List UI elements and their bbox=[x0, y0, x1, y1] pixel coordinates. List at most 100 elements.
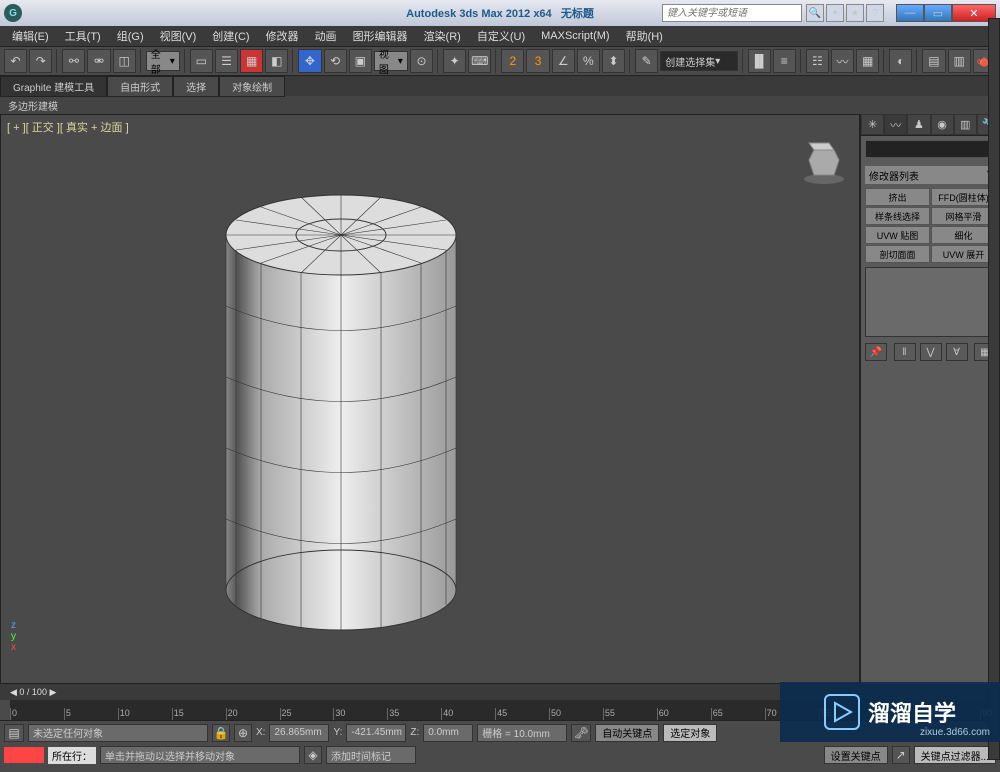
select-region-icon[interactable]: ▦ bbox=[240, 49, 263, 73]
x-label: X: bbox=[256, 727, 265, 738]
lock-selection-icon[interactable]: 🔒 bbox=[212, 724, 230, 742]
app-icon[interactable]: G bbox=[4, 4, 22, 22]
viewcube[interactable] bbox=[799, 135, 849, 185]
y-coord-input[interactable]: -421.45mm bbox=[346, 724, 406, 742]
menu-views[interactable]: 视图(V) bbox=[154, 28, 203, 44]
make-unique-icon[interactable]: ⋁ bbox=[920, 343, 942, 361]
menu-create[interactable]: 创建(C) bbox=[206, 28, 255, 44]
favorite-icon[interactable]: ★ bbox=[846, 4, 864, 22]
key-filters-icon[interactable]: ↗ bbox=[892, 746, 910, 764]
modifier-stack[interactable] bbox=[865, 267, 996, 337]
curve-editor-icon[interactable]: 〰 bbox=[831, 49, 854, 73]
schematic-view-icon[interactable]: ▦ bbox=[856, 49, 879, 73]
cylinder-object[interactable] bbox=[211, 175, 511, 655]
manipulate-icon[interactable]: ✦ bbox=[443, 49, 466, 73]
remove-modifier-icon[interactable]: ∀ bbox=[946, 343, 968, 361]
snap-2d-icon[interactable]: 2 bbox=[501, 49, 524, 73]
x-coord-input[interactable]: 26.865mm bbox=[269, 724, 329, 742]
create-tab-icon[interactable]: ✳ bbox=[861, 114, 884, 135]
ribbon-tab-freeform[interactable]: 自由形式 bbox=[107, 76, 173, 97]
move-icon[interactable]: ✥ bbox=[298, 49, 321, 73]
undo-icon[interactable]: ↶ bbox=[4, 49, 27, 73]
motion-tab-icon[interactable]: ◉ bbox=[931, 114, 954, 135]
menu-group[interactable]: 组(G) bbox=[111, 28, 150, 44]
spinner-snap-icon[interactable]: ⬍ bbox=[602, 49, 625, 73]
transform-type-icon[interactable]: ⊕ bbox=[234, 724, 252, 742]
z-coord-input[interactable]: 0.0mm bbox=[423, 724, 473, 742]
menu-graph-editors[interactable]: 图形编辑器 bbox=[347, 28, 414, 44]
menu-modifiers[interactable]: 修改器 bbox=[260, 28, 305, 44]
maximize-button[interactable]: ▭ bbox=[924, 4, 952, 22]
angle-snap-icon[interactable]: ∠ bbox=[552, 49, 575, 73]
mod-spline-button[interactable]: 样条线选择 bbox=[865, 207, 930, 225]
autokey-button[interactable]: 自动关键点 bbox=[595, 724, 659, 742]
percent-snap-icon[interactable]: % bbox=[577, 49, 600, 73]
isolate-icon[interactable]: ◈ bbox=[304, 746, 322, 764]
edit-named-sel-icon[interactable]: ✎ bbox=[635, 49, 658, 73]
redo-icon[interactable]: ↷ bbox=[29, 49, 52, 73]
object-name-input[interactable] bbox=[865, 140, 996, 158]
modifier-list-dropdown[interactable]: 修改器列表▾ bbox=[865, 166, 996, 184]
keyboard-shortcut-icon[interactable]: ⌨ bbox=[468, 49, 491, 73]
key-mode-icon[interactable]: 🗝 bbox=[571, 724, 591, 742]
align-icon[interactable]: ≡ bbox=[773, 49, 796, 73]
select-icon[interactable]: ▭ bbox=[190, 49, 213, 73]
menu-maxscript[interactable]: MAXScript(M) bbox=[535, 30, 615, 42]
setkey-button[interactable]: 设置关键点 bbox=[824, 746, 888, 764]
link-icon[interactable]: ⚯ bbox=[62, 49, 85, 73]
menu-animation[interactable]: 动画 bbox=[309, 28, 343, 44]
snap-3d-icon[interactable]: 3 bbox=[526, 49, 549, 73]
menu-bar: 编辑(E) 工具(T) 组(G) 视图(V) 创建(C) 修改器 动画 图形编辑… bbox=[0, 26, 1000, 46]
add-time-tag[interactable]: 添加时间标记 bbox=[326, 746, 416, 764]
selection-filter-dropdown[interactable]: 全部 ▾ bbox=[146, 51, 180, 71]
comm-center-icon[interactable]: ✦ bbox=[826, 4, 844, 22]
mirror-icon[interactable]: ▐▌ bbox=[748, 49, 771, 73]
mod-unwrap-button[interactable]: UVW 展开 bbox=[931, 245, 996, 263]
mod-ffd-button[interactable]: FFD(圆柱体) bbox=[931, 188, 996, 206]
minimize-button[interactable]: — bbox=[896, 4, 924, 22]
ribbon-tab-graphite[interactable]: Graphite 建模工具 bbox=[0, 76, 107, 97]
menu-edit[interactable]: 编辑(E) bbox=[6, 28, 55, 44]
menu-rendering[interactable]: 渲染(R) bbox=[418, 28, 467, 44]
render-frame-icon[interactable]: ▥ bbox=[948, 49, 971, 73]
mod-meshsmooth-button[interactable]: 网格平滑 bbox=[931, 207, 996, 225]
ribbon-tab-selection[interactable]: 选择 bbox=[173, 76, 219, 97]
pivot-icon[interactable]: ⊙ bbox=[410, 49, 433, 73]
ribbon-tab-paint[interactable]: 对象绘制 bbox=[219, 76, 285, 97]
mod-slice-button[interactable]: 剖切面面 bbox=[865, 245, 930, 263]
rotate-icon[interactable]: ⟲ bbox=[324, 49, 347, 73]
ref-coord-dropdown[interactable]: 视图 ▾ bbox=[374, 51, 408, 71]
mod-extrude-button[interactable]: 挤出 bbox=[865, 188, 930, 206]
scale-icon[interactable]: ▣ bbox=[349, 49, 372, 73]
select-name-icon[interactable]: ☰ bbox=[215, 49, 238, 73]
search-icon[interactable]: 🔍 bbox=[806, 4, 824, 22]
prompt-line: 单击并拖动以选择并移动对象 bbox=[100, 746, 300, 764]
modify-tab-icon[interactable]: 〰 bbox=[884, 114, 907, 135]
layer-manager-icon[interactable]: ☷ bbox=[806, 49, 829, 73]
menu-help[interactable]: 帮助(H) bbox=[620, 28, 669, 44]
unlink-icon[interactable]: ⚮ bbox=[87, 49, 110, 73]
hierarchy-tab-icon[interactable]: ♟ bbox=[907, 114, 930, 135]
mod-uvwmap-button[interactable]: UVW 贴图 bbox=[865, 226, 930, 244]
panel-scrollbar[interactable] bbox=[988, 18, 1000, 760]
title-bar: G Autodesk 3ds Max 2012 x64 无标题 🔍 ✦ ★ ? … bbox=[0, 0, 1000, 26]
window-crossing-icon[interactable]: ◧ bbox=[265, 49, 288, 73]
key-filters-button[interactable]: 关键点过滤器... bbox=[914, 746, 996, 764]
mod-tessellate-button[interactable]: 细化 bbox=[931, 226, 996, 244]
named-selection-dropdown[interactable]: 创建选择集 ▾ bbox=[660, 51, 737, 71]
render-setup-icon[interactable]: ▤ bbox=[922, 49, 945, 73]
maxscript-listener-icon[interactable]: ▤ bbox=[4, 724, 24, 742]
display-tab-icon[interactable]: ▥ bbox=[954, 114, 977, 135]
viewport-label[interactable]: [ + ][ 正交 ][ 真实 + 边面 ] bbox=[7, 119, 129, 135]
material-editor-icon[interactable]: ◐ bbox=[889, 49, 912, 73]
viewport[interactable]: [ + ][ 正交 ][ 真实 + 边面 ] bbox=[0, 114, 860, 684]
selected-obj-button[interactable]: 选定对象 bbox=[663, 724, 717, 742]
pin-stack-icon[interactable]: 📌 bbox=[865, 343, 887, 361]
menu-customize[interactable]: 自定义(U) bbox=[471, 28, 531, 44]
ribbon-panel[interactable]: 多边形建模 bbox=[0, 96, 1000, 114]
bind-icon[interactable]: ◫ bbox=[113, 49, 136, 73]
help-search-input[interactable] bbox=[662, 4, 802, 22]
show-end-result-icon[interactable]: ǁ bbox=[894, 343, 916, 361]
menu-tools[interactable]: 工具(T) bbox=[59, 28, 107, 44]
help-icon[interactable]: ? bbox=[866, 4, 884, 22]
